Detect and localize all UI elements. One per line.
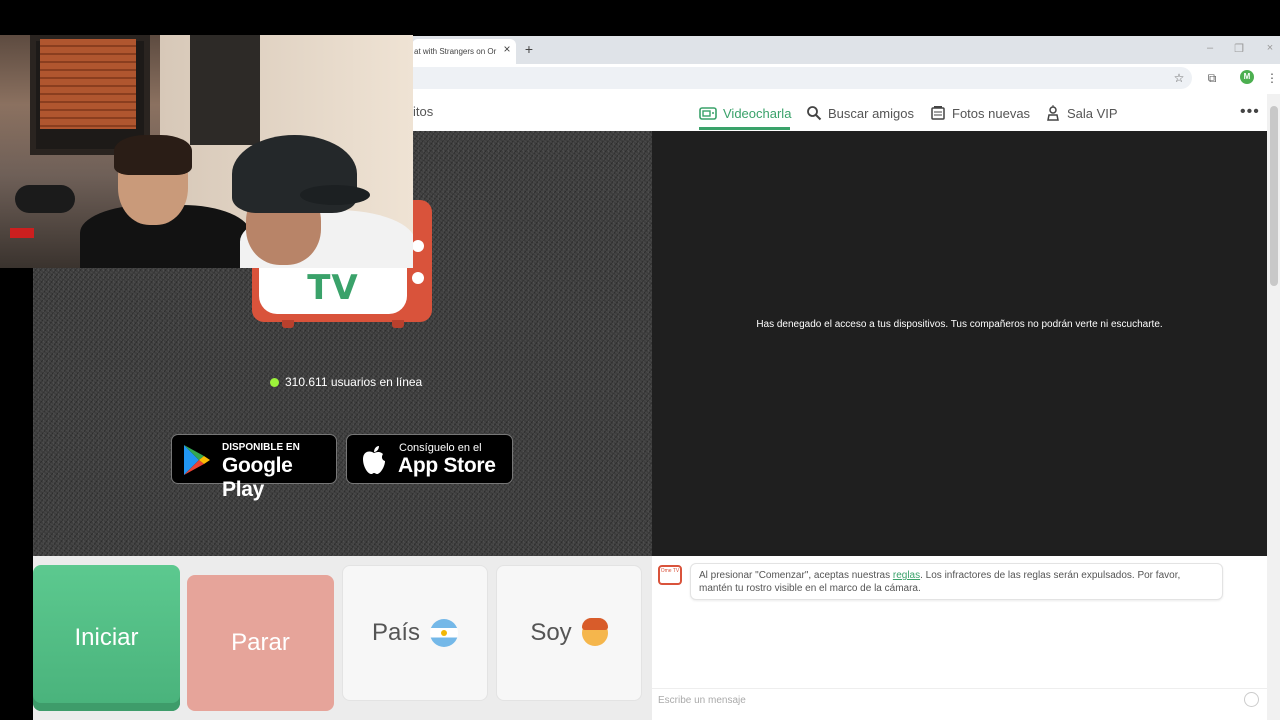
google-play-big-text: Google Play <box>222 454 293 501</box>
address-bar[interactable] <box>412 67 1192 89</box>
gender-button[interactable]: Soy <box>496 565 642 701</box>
stop-button[interactable]: Parar <box>187 575 334 711</box>
country-label: País <box>371 619 421 646</box>
star-icon[interactable]: ☆ <box>1171 70 1187 86</box>
webcam-shutter <box>40 39 136 129</box>
nav-item-fotos-nuevas[interactable]: Fotos nuevas <box>930 104 1030 122</box>
device-denied-message: Has denegado el acceso a tus dispositivo… <box>756 319 1163 330</box>
profile-avatar[interactable]: M <box>1240 70 1254 84</box>
nav-item-partial[interactable]: itos <box>413 104 433 119</box>
video-frame-top <box>0 0 1280 36</box>
nav-item-buscar-amigos[interactable]: Buscar amigos <box>806 104 914 122</box>
argentina-flag-icon <box>430 619 459 647</box>
google-play-icon <box>184 445 210 475</box>
nav-label: Sala VIP <box>1067 105 1118 121</box>
online-count-text: 310.611 usuarios en línea <box>285 375 423 389</box>
message-text: Al presionar "Comenzar", aceptas nuestra… <box>699 570 893 581</box>
tab-title: at with Strangers on Or <box>414 47 497 56</box>
webcam-person <box>114 135 192 175</box>
search-icon <box>807 106 822 121</box>
tv-logo-leg <box>282 320 294 328</box>
tv-logo-leg <box>392 320 404 328</box>
apple-icon <box>363 446 385 474</box>
browser-menu-icon[interactable]: ⋮ <box>1264 70 1280 86</box>
nav-label: Buscar amigos <box>828 105 914 121</box>
restore-icon[interactable]: ❐ <box>1231 42 1247 55</box>
online-dot-icon <box>270 377 279 387</box>
photos-icon <box>931 106 945 120</box>
vip-icon <box>1047 105 1059 121</box>
system-message: Al presionar "Comenzar", aceptas nuestra… <box>690 563 1223 600</box>
app-store-badge[interactable]: Consíguelo en el App Store <box>346 434 513 484</box>
online-counter: 310.611 usuarios en línea <box>270 375 422 389</box>
stop-label: Parar <box>231 629 290 656</box>
extensions-icon[interactable]: ⧉ <box>1204 70 1220 86</box>
new-tab-button[interactable]: + <box>522 42 536 56</box>
video-icon <box>699 107 717 120</box>
tv-logo-text: TV <box>307 268 359 308</box>
google-play-badge[interactable]: DISPONIBLE EN Google Play <box>171 434 337 501</box>
emoji-icon[interactable] <box>1244 692 1259 707</box>
start-label: Iniciar <box>74 624 139 651</box>
gender-label: Soy <box>530 619 572 646</box>
webcam-person <box>300 185 370 205</box>
nav-item-sala-vip[interactable]: Sala VIP <box>1045 104 1118 122</box>
minimize-icon[interactable]: – <box>1202 42 1218 54</box>
rules-link[interactable]: reglas <box>893 570 920 581</box>
active-tab-indicator <box>699 127 790 130</box>
message-input[interactable]: Escribe un mensaje <box>652 688 1267 712</box>
more-options-icon[interactable]: ••• <box>1240 103 1260 121</box>
google-play-small-text: DISPONIBLE EN <box>222 442 300 453</box>
start-button[interactable]: Iniciar <box>33 565 180 711</box>
app-store-big-text: App Store <box>398 454 496 477</box>
app-store-small-text: Consíguelo en el <box>399 442 482 454</box>
nav-item-videocharla[interactable]: Videocharla <box>699 104 791 122</box>
ometv-avatar-icon: Ome TV <box>658 565 682 585</box>
close-window-icon[interactable]: × <box>1262 42 1278 54</box>
microphone-icon <box>15 185 75 213</box>
boy-face-icon <box>581 618 608 646</box>
webcam-shelf <box>190 35 260 145</box>
streamer-webcam-overlay <box>0 35 413 268</box>
tv-logo-knob <box>412 240 424 252</box>
self-video-pane <box>652 131 1267 556</box>
close-tab-icon[interactable]: × <box>500 42 514 56</box>
nav-label: Videocharla <box>723 105 792 121</box>
nav-label: Fotos nuevas <box>952 105 1031 121</box>
scrollbar-thumb[interactable] <box>1270 106 1278 286</box>
tv-logo-knob <box>412 272 424 284</box>
country-button[interactable]: País <box>342 565 488 701</box>
recording-indicator-icon <box>10 228 34 238</box>
